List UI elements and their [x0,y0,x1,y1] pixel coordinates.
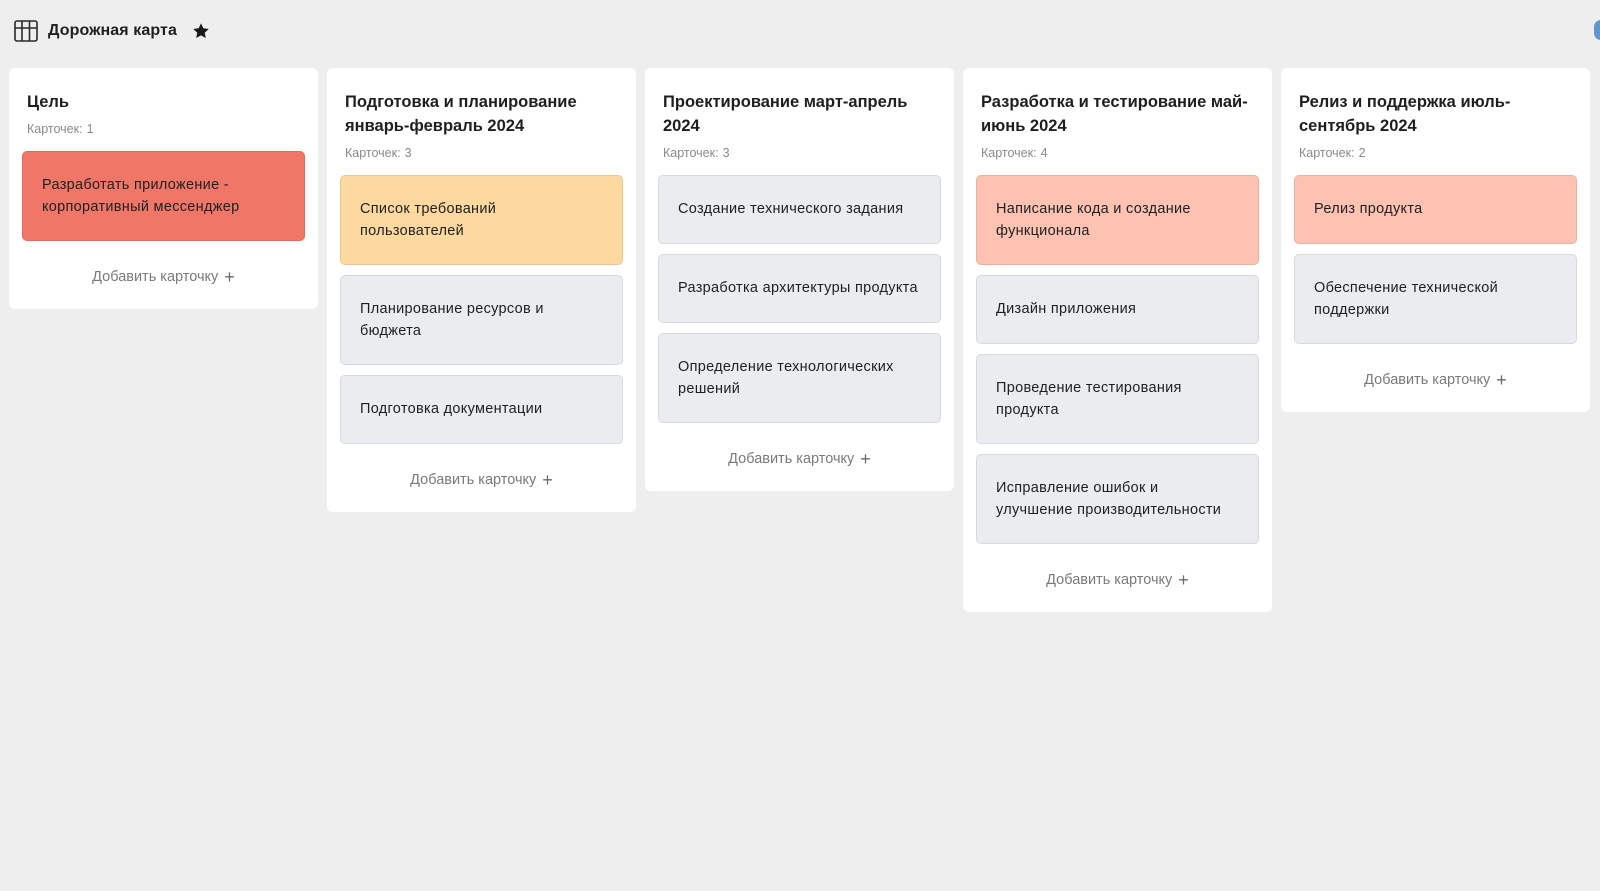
card-count-value: 2 [1358,146,1366,160]
card-count: Карточек: 3 [658,146,941,160]
card-count-value: 3 [722,146,730,160]
card-text: Проведение тестирования продукта [996,380,1182,418]
card[interactable]: Разработать приложение - корпоративный м… [22,151,305,241]
card[interactable]: Подготовка документации [340,375,623,444]
card-count: Карточек: 1 [22,122,305,136]
card-count: Карточек: 2 [1294,146,1577,160]
card[interactable]: Создание технического задания [658,175,941,244]
column-preparation: Подготовка и планирование январь-февраль… [327,68,636,512]
column-title: Релиз и поддержка июль-сентябрь 2024 [1299,93,1511,135]
card-text: Исправление ошибок и улучшение производи… [996,480,1222,518]
plus-icon: + [1496,370,1507,390]
card-count-label: Карточек: [345,146,401,160]
add-card-button[interactable]: Добавить карточку + [976,570,1259,590]
add-card-label: Добавить карточку [92,269,219,285]
card-text: Написание кода и создание функционала [996,201,1191,239]
card-text: Создание технического задания [678,201,904,217]
add-card-label: Добавить карточку [410,472,537,488]
add-card-label: Добавить карточку [1364,372,1491,388]
card-count-label: Карточек: [663,146,719,160]
column-title: Подготовка и планирование январь-февраль… [345,93,577,135]
card-count-value: 3 [404,146,412,160]
card-text: Дизайн приложения [996,301,1137,317]
card[interactable]: Релиз продукта [1294,175,1577,244]
card-count-label: Карточек: [1299,146,1355,160]
top-bar: Дорожная карта [0,0,1600,62]
card-text: Обеспечение технической поддержки [1314,280,1499,318]
card[interactable]: Разработка архитектуры продукта [658,254,941,323]
column-title: Разработка и тестирование май-июнь 2024 [981,93,1248,135]
card-count: Карточек: 3 [340,146,623,160]
column-goal: Цель Карточек: 1 Разработать приложение … [9,68,318,309]
board-title: Дорожная карта [48,22,177,39]
plus-icon: + [860,449,871,469]
add-card-button[interactable]: Добавить карточку + [340,470,623,490]
plus-icon: + [224,267,235,287]
card-text: Определение технологических решений [678,359,894,397]
card[interactable]: Написание кода и создание функционала [976,175,1259,265]
card[interactable]: Обеспечение технической поддержки [1294,254,1577,344]
card-text: Планирование ресурсов и бюджета [360,301,544,339]
kanban-board: Цель Карточек: 1 Разработать приложение … [9,68,1590,612]
card-text: Подготовка документации [360,401,543,417]
card[interactable]: Проведение тестирования продукта [976,354,1259,444]
column-development: Разработка и тестирование май-июнь 2024 … [963,68,1272,612]
card[interactable]: Дизайн приложения [976,275,1259,344]
card-text: Разработать приложение - корпоративный м… [42,177,240,215]
add-card-button[interactable]: Добавить карточку + [1294,370,1577,390]
add-card-label: Добавить карточку [728,451,855,467]
card-count: Карточек: 4 [976,146,1259,160]
card-text: Разработка архитектуры продукта [678,280,918,296]
card[interactable]: Список требований пользователей [340,175,623,265]
plus-icon: + [1178,570,1189,590]
card-count-label: Карточек: [27,122,83,136]
card-count-value: 1 [86,122,94,136]
table-layout-icon [14,20,38,42]
card-count-label: Карточек: [981,146,1037,160]
card[interactable]: Исправление ошибок и улучшение производи… [976,454,1259,544]
card-text: Список требований пользователей [360,201,497,239]
column-design: Проектирование март-апрель 2024 Карточек… [645,68,954,491]
card[interactable]: Планирование ресурсов и бюджета [340,275,623,365]
card-text: Релиз продукта [1314,201,1423,217]
column-title: Проектирование март-апрель 2024 [663,93,908,135]
star-icon[interactable] [191,21,211,41]
card[interactable]: Определение технологических решений [658,333,941,423]
add-card-button[interactable]: Добавить карточку + [658,449,941,469]
column-release: Релиз и поддержка июль-сентябрь 2024 Кар… [1281,68,1590,412]
column-title: Цель [27,93,70,111]
add-card-label: Добавить карточку [1046,572,1173,588]
card-count-value: 4 [1040,146,1048,160]
add-card-button[interactable]: Добавить карточку + [22,267,305,287]
avatar[interactable] [1594,20,1600,40]
plus-icon: + [542,470,553,490]
